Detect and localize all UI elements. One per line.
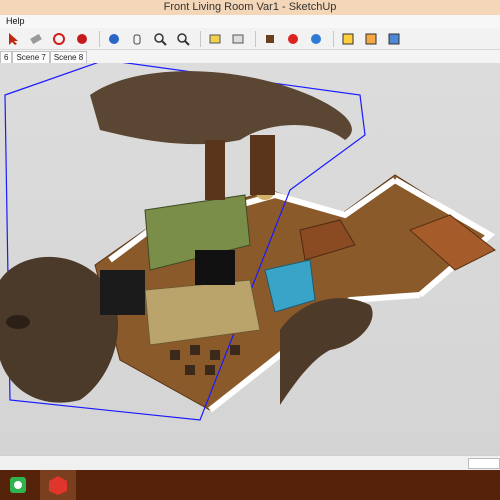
walk-icon[interactable]	[104, 29, 124, 49]
component-icon[interactable]	[205, 29, 225, 49]
speaker	[100, 270, 145, 315]
styles-icon[interactable]	[361, 29, 381, 49]
select-icon[interactable]	[3, 29, 23, 49]
cat-eye	[6, 315, 30, 329]
section-icon[interactable]	[228, 29, 248, 49]
sketchup-icon[interactable]	[40, 470, 76, 500]
toolbar-separator	[255, 30, 256, 47]
scene-tabs: 6 Scene 7 Scene 8	[0, 50, 500, 63]
zoom-extents-icon[interactable]	[173, 29, 193, 49]
menu-bar: Help	[0, 15, 500, 28]
scene-tab-7[interactable]: Scene 7	[12, 51, 50, 63]
shadows-icon[interactable]	[384, 29, 404, 49]
eraser-icon[interactable]	[26, 29, 46, 49]
toolbar-separator	[99, 30, 100, 47]
toolbar	[0, 28, 500, 50]
window-title: Front Living Room Var1 - SketchUp	[0, 0, 500, 15]
toolbar-separator	[333, 30, 334, 47]
menu-help[interactable]: Help	[6, 16, 25, 26]
hand-icon[interactable]	[127, 29, 147, 49]
measurement-box[interactable]	[468, 458, 500, 469]
zoom-icon[interactable]	[150, 29, 170, 49]
orbit-icon[interactable]	[49, 29, 69, 49]
tv-box	[195, 250, 235, 285]
layers-icon[interactable]	[338, 29, 358, 49]
cat-top	[90, 71, 352, 145]
tall-speaker	[250, 135, 275, 195]
taskbar	[0, 470, 500, 500]
pan-icon[interactable]	[72, 29, 92, 49]
paint-icon[interactable]	[283, 29, 303, 49]
windows-icon[interactable]	[0, 470, 36, 500]
toolbar-separator	[200, 30, 201, 47]
globe-icon[interactable]	[306, 29, 326, 49]
scene-tab-6[interactable]: 6	[0, 51, 13, 63]
model-scene	[0, 63, 496, 421]
scene-tab-8[interactable]: Scene 8	[49, 51, 88, 63]
3d-viewport[interactable]	[0, 63, 500, 470]
status-bar	[0, 455, 500, 470]
tall-speaker	[205, 140, 225, 200]
warehouse-icon[interactable]	[260, 29, 280, 49]
